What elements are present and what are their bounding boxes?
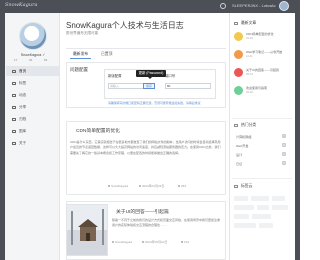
post-excerpt-1: CDN是什么东西，它其实就相当于在很多地方都放置了我们的网站文件的副本，当用户访… bbox=[70, 140, 221, 155]
chat-icon bbox=[12, 93, 16, 97]
share-icon bbox=[12, 105, 16, 109]
eye-icon bbox=[181, 241, 183, 244]
house-roof bbox=[78, 219, 98, 227]
latest-heading: 最新文章 bbox=[241, 21, 257, 25]
category-item-3[interactable]: 设计 bbox=[236, 152, 242, 157]
latest-date-3: 05-10 bbox=[246, 73, 253, 76]
top-avatar[interactable] bbox=[279, 1, 289, 11]
post-meta-author-2: SnowKagura bbox=[112, 240, 132, 244]
category-item-1[interactable]: 计算机网络 bbox=[236, 134, 251, 139]
post-icon-4 bbox=[234, 86, 243, 95]
tag-chip[interactable] bbox=[252, 214, 271, 219]
save-button[interactable]: 保存 bbox=[143, 83, 156, 89]
tree-trunk bbox=[102, 209, 104, 245]
tab-latest[interactable]: 最新发布 bbox=[70, 49, 92, 59]
sidebar-item-about[interactable]: 关于 bbox=[6, 138, 59, 148]
form-title: 新版配置 bbox=[108, 74, 122, 78]
tag-chip[interactable] bbox=[272, 205, 288, 210]
latest-post-2[interactable]: Web学习笔记——从零开始 bbox=[246, 50, 290, 54]
post-meta-author-1: SnowKagura bbox=[108, 184, 128, 188]
latest-post-1[interactable]: CDN简单配置的优化 bbox=[246, 32, 290, 36]
stat-comments: 54 bbox=[44, 58, 48, 62]
right-frame bbox=[295, 13, 300, 260]
site-logo[interactable]: SnowKagura bbox=[5, 2, 37, 8]
eye-icon bbox=[178, 185, 180, 188]
home-icon bbox=[12, 69, 16, 73]
post-title-1[interactable]: CDN简单配置的优化 bbox=[76, 127, 120, 134]
latest-date-4: 04-02 bbox=[246, 91, 253, 94]
tree-trunk bbox=[71, 211, 73, 245]
archive-icon bbox=[12, 117, 16, 121]
tag-chip[interactable] bbox=[259, 223, 273, 228]
post-meta-date-1: 2024年01月23日 bbox=[139, 184, 164, 188]
clock-icon bbox=[139, 185, 141, 188]
sidebar-item-share[interactable]: 分享 bbox=[6, 102, 59, 112]
tooltip: 更新 (Password) bbox=[136, 70, 166, 77]
user-link[interactable]: SLEEPERJNX - Lotus bbox=[232, 3, 271, 8]
divider bbox=[232, 118, 292, 119]
clock-icon bbox=[142, 241, 144, 244]
tag-chip[interactable] bbox=[234, 214, 249, 219]
divider bbox=[232, 178, 292, 179]
port-field[interactable]: 80 bbox=[165, 83, 211, 89]
config-card-title: 问题配置 bbox=[70, 67, 88, 72]
tag-heading: 标签云 bbox=[241, 184, 253, 188]
post-title-2[interactable]: 关于UI的回答——引起篇 bbox=[116, 208, 169, 215]
tag-chip[interactable] bbox=[251, 196, 269, 201]
left-sidebar bbox=[5, 13, 60, 260]
ac-link[interactable]: Ac bbox=[271, 3, 276, 8]
avatar[interactable] bbox=[19, 22, 47, 50]
list-icon bbox=[234, 22, 238, 25]
profile-name: SnowKagura ✓ bbox=[20, 53, 46, 57]
tag-icon bbox=[12, 81, 16, 85]
user-icon bbox=[108, 185, 110, 188]
image-icon bbox=[12, 129, 16, 133]
post-meta-views-2: 133 bbox=[181, 240, 189, 244]
latest-post-4[interactable]: 欢迎使用与指南 bbox=[246, 86, 290, 90]
tab-pinned[interactable]: 已置顶 bbox=[98, 49, 115, 59]
tag-chip[interactable] bbox=[234, 223, 256, 228]
latest-date-2: 12-11 bbox=[246, 55, 253, 58]
category-count-2: 5 bbox=[282, 143, 286, 147]
tag-chip[interactable] bbox=[272, 196, 285, 201]
tag-chip[interactable] bbox=[234, 205, 254, 210]
post-icon-3 bbox=[234, 68, 243, 77]
post-thumbnail-2[interactable] bbox=[66, 204, 108, 256]
user-icon bbox=[112, 241, 114, 244]
page-subtitle: 愿世界遍布无限可能 bbox=[66, 31, 99, 35]
sidebar-item-home[interactable]: 首页 bbox=[6, 66, 59, 76]
category-count-1: 7 bbox=[282, 134, 286, 138]
stat-tags: 32 bbox=[29, 58, 33, 62]
house-door bbox=[86, 233, 90, 241]
category-count-4: 9 bbox=[282, 161, 286, 165]
latest-date-1: 01-23 bbox=[246, 37, 253, 40]
tag-chip[interactable] bbox=[234, 196, 248, 201]
tag-icon bbox=[234, 185, 238, 188]
port-label: 端口号 bbox=[165, 74, 176, 78]
category-count-3: 3 bbox=[282, 152, 286, 156]
sidebar-item-archive[interactable]: 归档 bbox=[6, 114, 59, 124]
search-icon[interactable] bbox=[220, 3, 226, 9]
post-icon-1 bbox=[234, 32, 243, 41]
tooltip-arrow bbox=[148, 77, 152, 79]
latest-post-3[interactable]: 关于UI的回答——引起篇 bbox=[246, 68, 290, 72]
sidebar-item-gallery[interactable]: 图库 bbox=[6, 126, 59, 136]
sidebar-item-tags[interactable]: 标签 bbox=[6, 78, 59, 88]
tag-chip[interactable] bbox=[257, 205, 269, 210]
page-title: SnowKagura个人技术与生活日志 bbox=[66, 21, 184, 30]
category-item-4[interactable]: 日记 bbox=[236, 161, 242, 166]
sidebar-item-moments[interactable]: 动态 bbox=[6, 90, 59, 100]
about-icon bbox=[12, 141, 16, 145]
post-meta-date-2: 2024年05月10日 bbox=[142, 240, 167, 244]
stat-posts: 17 bbox=[14, 58, 18, 62]
post-excerpt-2: 随着一不同于之前的我们的设计方式和页面交互风格，在使用场景中我们更加注重用户的实… bbox=[112, 218, 221, 228]
category-heading: 热门分类 bbox=[241, 123, 257, 127]
post-icon-2 bbox=[234, 50, 243, 59]
category-item-2[interactable]: Web开发 bbox=[236, 143, 249, 148]
folder-icon bbox=[234, 124, 238, 127]
config-note: 请确保填写的端口和密码正确无误，否则可能导致连接失败，请稍后重试 bbox=[108, 101, 201, 105]
post-meta-views-1: 254 bbox=[178, 184, 186, 188]
